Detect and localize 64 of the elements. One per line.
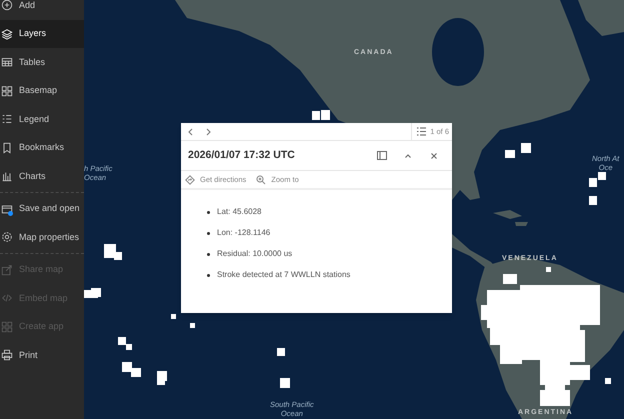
- plus-circle-icon: [1, 0, 13, 12]
- bay-water: [432, 18, 484, 86]
- bookmark-icon: [1, 142, 13, 154]
- lightning-strike-marker[interactable]: [122, 362, 132, 372]
- bullet-icon: [207, 274, 210, 276]
- grid-icon: [1, 320, 13, 333]
- layers-icon: [1, 28, 13, 40]
- lightning-strike-marker[interactable]: [126, 344, 132, 350]
- lightning-strike-marker[interactable]: [321, 110, 330, 120]
- lightning-strike-marker[interactable]: [280, 378, 290, 388]
- sidebar-item[interactable]: Add: [0, 0, 84, 20]
- lightning-strike-marker[interactable]: [589, 196, 597, 205]
- sidebar-item[interactable]: Map properties: [0, 223, 84, 252]
- lightning-strike-marker[interactable]: [546, 267, 551, 272]
- chevron-right-icon: [206, 128, 210, 136]
- lightning-strike-marker[interactable]: [589, 178, 597, 187]
- field-text: Lon: -128.1146: [217, 227, 270, 239]
- chevron-left-icon: [188, 128, 192, 136]
- lightning-strike-marker[interactable]: [157, 379, 165, 385]
- table-icon: [1, 56, 13, 68]
- sidebar-item[interactable]: Print: [0, 341, 84, 370]
- lightning-strike-marker[interactable]: [312, 111, 320, 120]
- lightning-strike-marker[interactable]: [505, 150, 515, 158]
- sidebar-item[interactable]: Legend: [0, 105, 84, 134]
- list-icon: [417, 127, 426, 136]
- field-text: Stroke detected at 7 WWLLN stations: [217, 269, 350, 281]
- gear-icon: [1, 231, 13, 244]
- lightning-strike-marker[interactable]: [277, 348, 285, 356]
- list-icon: [1, 113, 13, 126]
- field-text: Residual: 10.0000 us: [217, 248, 292, 260]
- island-landmass: [493, 210, 528, 226]
- grid-icon: [1, 84, 13, 97]
- share-icon: [1, 264, 13, 276]
- popup-title: 2026/01/07 17:32 UTC: [188, 148, 296, 163]
- lightning-strike-marker[interactable]: [114, 252, 122, 260]
- sidebar-item[interactable]: Tables: [0, 48, 84, 76]
- bullet-icon: [207, 210, 210, 214]
- chevron-up-icon: [405, 154, 411, 158]
- field-text: Lat: 45.6028: [217, 206, 262, 218]
- bullet-icon: [207, 232, 210, 234]
- printer-icon: [1, 349, 13, 362]
- bar-chart-icon: [1, 170, 13, 182]
- lightning-strike-marker[interactable]: [131, 368, 141, 377]
- code-icon: [1, 292, 13, 304]
- lightning-strike-marker[interactable]: [171, 314, 176, 319]
- sidebar-item[interactable]: Layers: [0, 20, 84, 48]
- lightning-strike-marker[interactable]: [605, 378, 611, 384]
- lightning-strike-marker[interactable]: [521, 143, 531, 153]
- lightning-strike-marker[interactable]: [104, 244, 116, 258]
- lightning-strike-marker[interactable]: [503, 274, 517, 284]
- sidebar-item[interactable]: Charts: [0, 162, 84, 190]
- lightning-strike-marker[interactable]: [91, 288, 101, 297]
- close-icon: [431, 152, 437, 158]
- greenland-landmass: [578, 0, 624, 36]
- lightning-strike-marker[interactable]: [598, 172, 606, 180]
- bullet-icon: [207, 252, 210, 256]
- lightning-strike-marker[interactable]: [118, 337, 126, 345]
- lightning-strike-marker[interactable]: [190, 323, 195, 328]
- sidebar-item[interactable]: Basemap: [0, 76, 84, 105]
- directions-icon: [185, 174, 195, 184]
- sidebar-item[interactable]: Bookmarks: [0, 134, 84, 162]
- zoom-in-icon: [256, 174, 266, 184]
- sidebar-item[interactable]: Save and open: [0, 194, 84, 223]
- dock-icon: [377, 151, 387, 160]
